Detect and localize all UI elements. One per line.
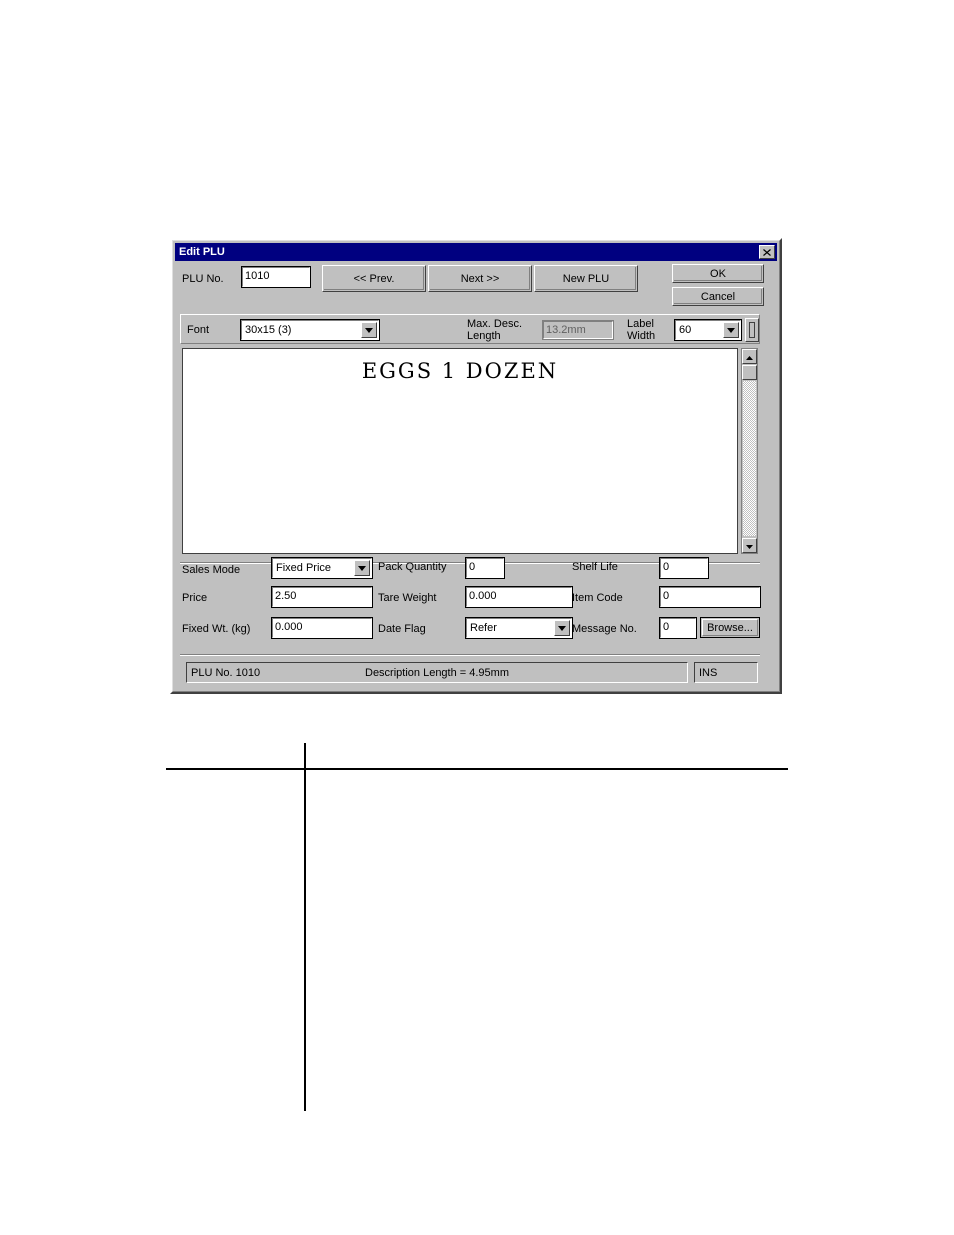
description-scrollbar[interactable] — [741, 348, 758, 554]
statusbar-separator — [180, 654, 760, 656]
message-no-input[interactable]: 0 — [659, 617, 697, 639]
label-preview-button[interactable] — [745, 318, 759, 342]
statusbar-ins-text: INS — [699, 666, 718, 679]
ok-button[interactable]: OK — [672, 264, 764, 283]
max-desc-length-label: Max. Desc. Length — [467, 318, 523, 342]
document-horizontal-rule — [166, 768, 788, 770]
max-desc-length-value: 13.2mm — [542, 320, 614, 340]
scroll-up-arrow-icon — [746, 351, 753, 363]
sales-mode-value: Fixed Price — [276, 562, 332, 574]
sales-mode-select[interactable]: Fixed Price — [271, 557, 373, 579]
window-title: Edit PLU — [179, 246, 225, 258]
pack-quantity-input[interactable]: 0 — [465, 557, 505, 579]
description-textarea[interactable]: EGGS 1 DOZEN — [182, 348, 738, 554]
label-width-select[interactable]: 60 — [674, 319, 742, 341]
font-label: Font — [187, 324, 210, 336]
next-button[interactable]: Next >> — [428, 265, 532, 292]
label-width-value: 60 — [679, 324, 692, 336]
font-settings-panel: Font 30x15 (3) Max. Desc. Length 13.2mm … — [180, 314, 760, 344]
prev-button-label: << Prev. — [353, 272, 395, 285]
scrollbar-up-button[interactable] — [742, 349, 757, 364]
sales-mode-label: Sales Mode — [182, 564, 241, 576]
plu-no-input[interactable]: 1010 — [241, 266, 311, 288]
price-label: Price — [182, 592, 208, 604]
shelf-life-label: Shelf Life — [572, 561, 618, 573]
date-flag-select[interactable]: Refer — [465, 617, 573, 639]
chevron-down-icon[interactable] — [723, 322, 739, 338]
statusbar-main: PLU No. 1010 Description Length = 4.95mm — [186, 662, 688, 683]
label-preview-icon — [749, 322, 755, 338]
pack-quantity-label: Pack Quantity — [378, 561, 447, 573]
chevron-down-icon[interactable] — [554, 620, 570, 636]
statusbar-ins: INS — [694, 662, 758, 683]
browse-button[interactable]: Browse... — [700, 617, 760, 638]
date-flag-label: Date Flag — [378, 623, 426, 635]
item-code-input[interactable]: 0 — [659, 586, 761, 608]
plu-no-label: PLU No. — [182, 273, 224, 285]
font-select[interactable]: 30x15 (3) — [240, 319, 380, 341]
description-text: EGGS 1 DOZEN — [361, 359, 559, 383]
date-flag-value: Refer — [470, 622, 497, 634]
titlebar[interactable]: Edit PLU — [175, 243, 777, 261]
prev-button[interactable]: << Prev. — [322, 265, 426, 292]
message-no-label: Message No. — [572, 623, 637, 635]
tare-weight-label: Tare Weight — [378, 592, 437, 604]
statusbar-description-length: Description Length = 4.95mm — [365, 666, 509, 679]
description-editor: EGGS 1 DOZEN — [182, 348, 758, 554]
scrollbar-down-button[interactable] — [742, 538, 757, 553]
scroll-down-arrow-icon — [746, 540, 753, 552]
fixed-weight-label: Fixed Wt. (kg) — [182, 623, 251, 635]
label-width-label: Label Width — [627, 318, 656, 342]
scrollbar-thumb[interactable] — [742, 365, 757, 380]
item-code-label: Item Code — [572, 592, 623, 604]
next-button-label: Next >> — [460, 272, 500, 285]
document-vertical-rule — [304, 743, 306, 1111]
scrollbar-track[interactable] — [743, 381, 756, 536]
chevron-down-icon[interactable] — [354, 560, 370, 576]
cancel-button-label: Cancel — [700, 290, 736, 303]
edit-plu-dialog: Edit PLU PLU No. 1010 << Prev. Next >> N… — [170, 238, 782, 694]
browse-button-label: Browse... — [707, 621, 753, 634]
cancel-button[interactable]: Cancel — [672, 287, 764, 306]
price-input[interactable]: 2.50 — [271, 586, 373, 608]
shelf-life-input[interactable]: 0 — [659, 557, 709, 579]
tare-weight-input[interactable]: 0.000 — [465, 586, 573, 608]
fixed-weight-input[interactable]: 0.000 — [271, 617, 373, 639]
close-button[interactable] — [759, 245, 775, 259]
font-select-value: 30x15 (3) — [245, 324, 292, 336]
chevron-down-icon[interactable] — [361, 322, 377, 338]
new-plu-button-label: New PLU — [562, 272, 610, 285]
new-plu-button[interactable]: New PLU — [534, 265, 638, 292]
ok-button-label: OK — [710, 267, 726, 280]
